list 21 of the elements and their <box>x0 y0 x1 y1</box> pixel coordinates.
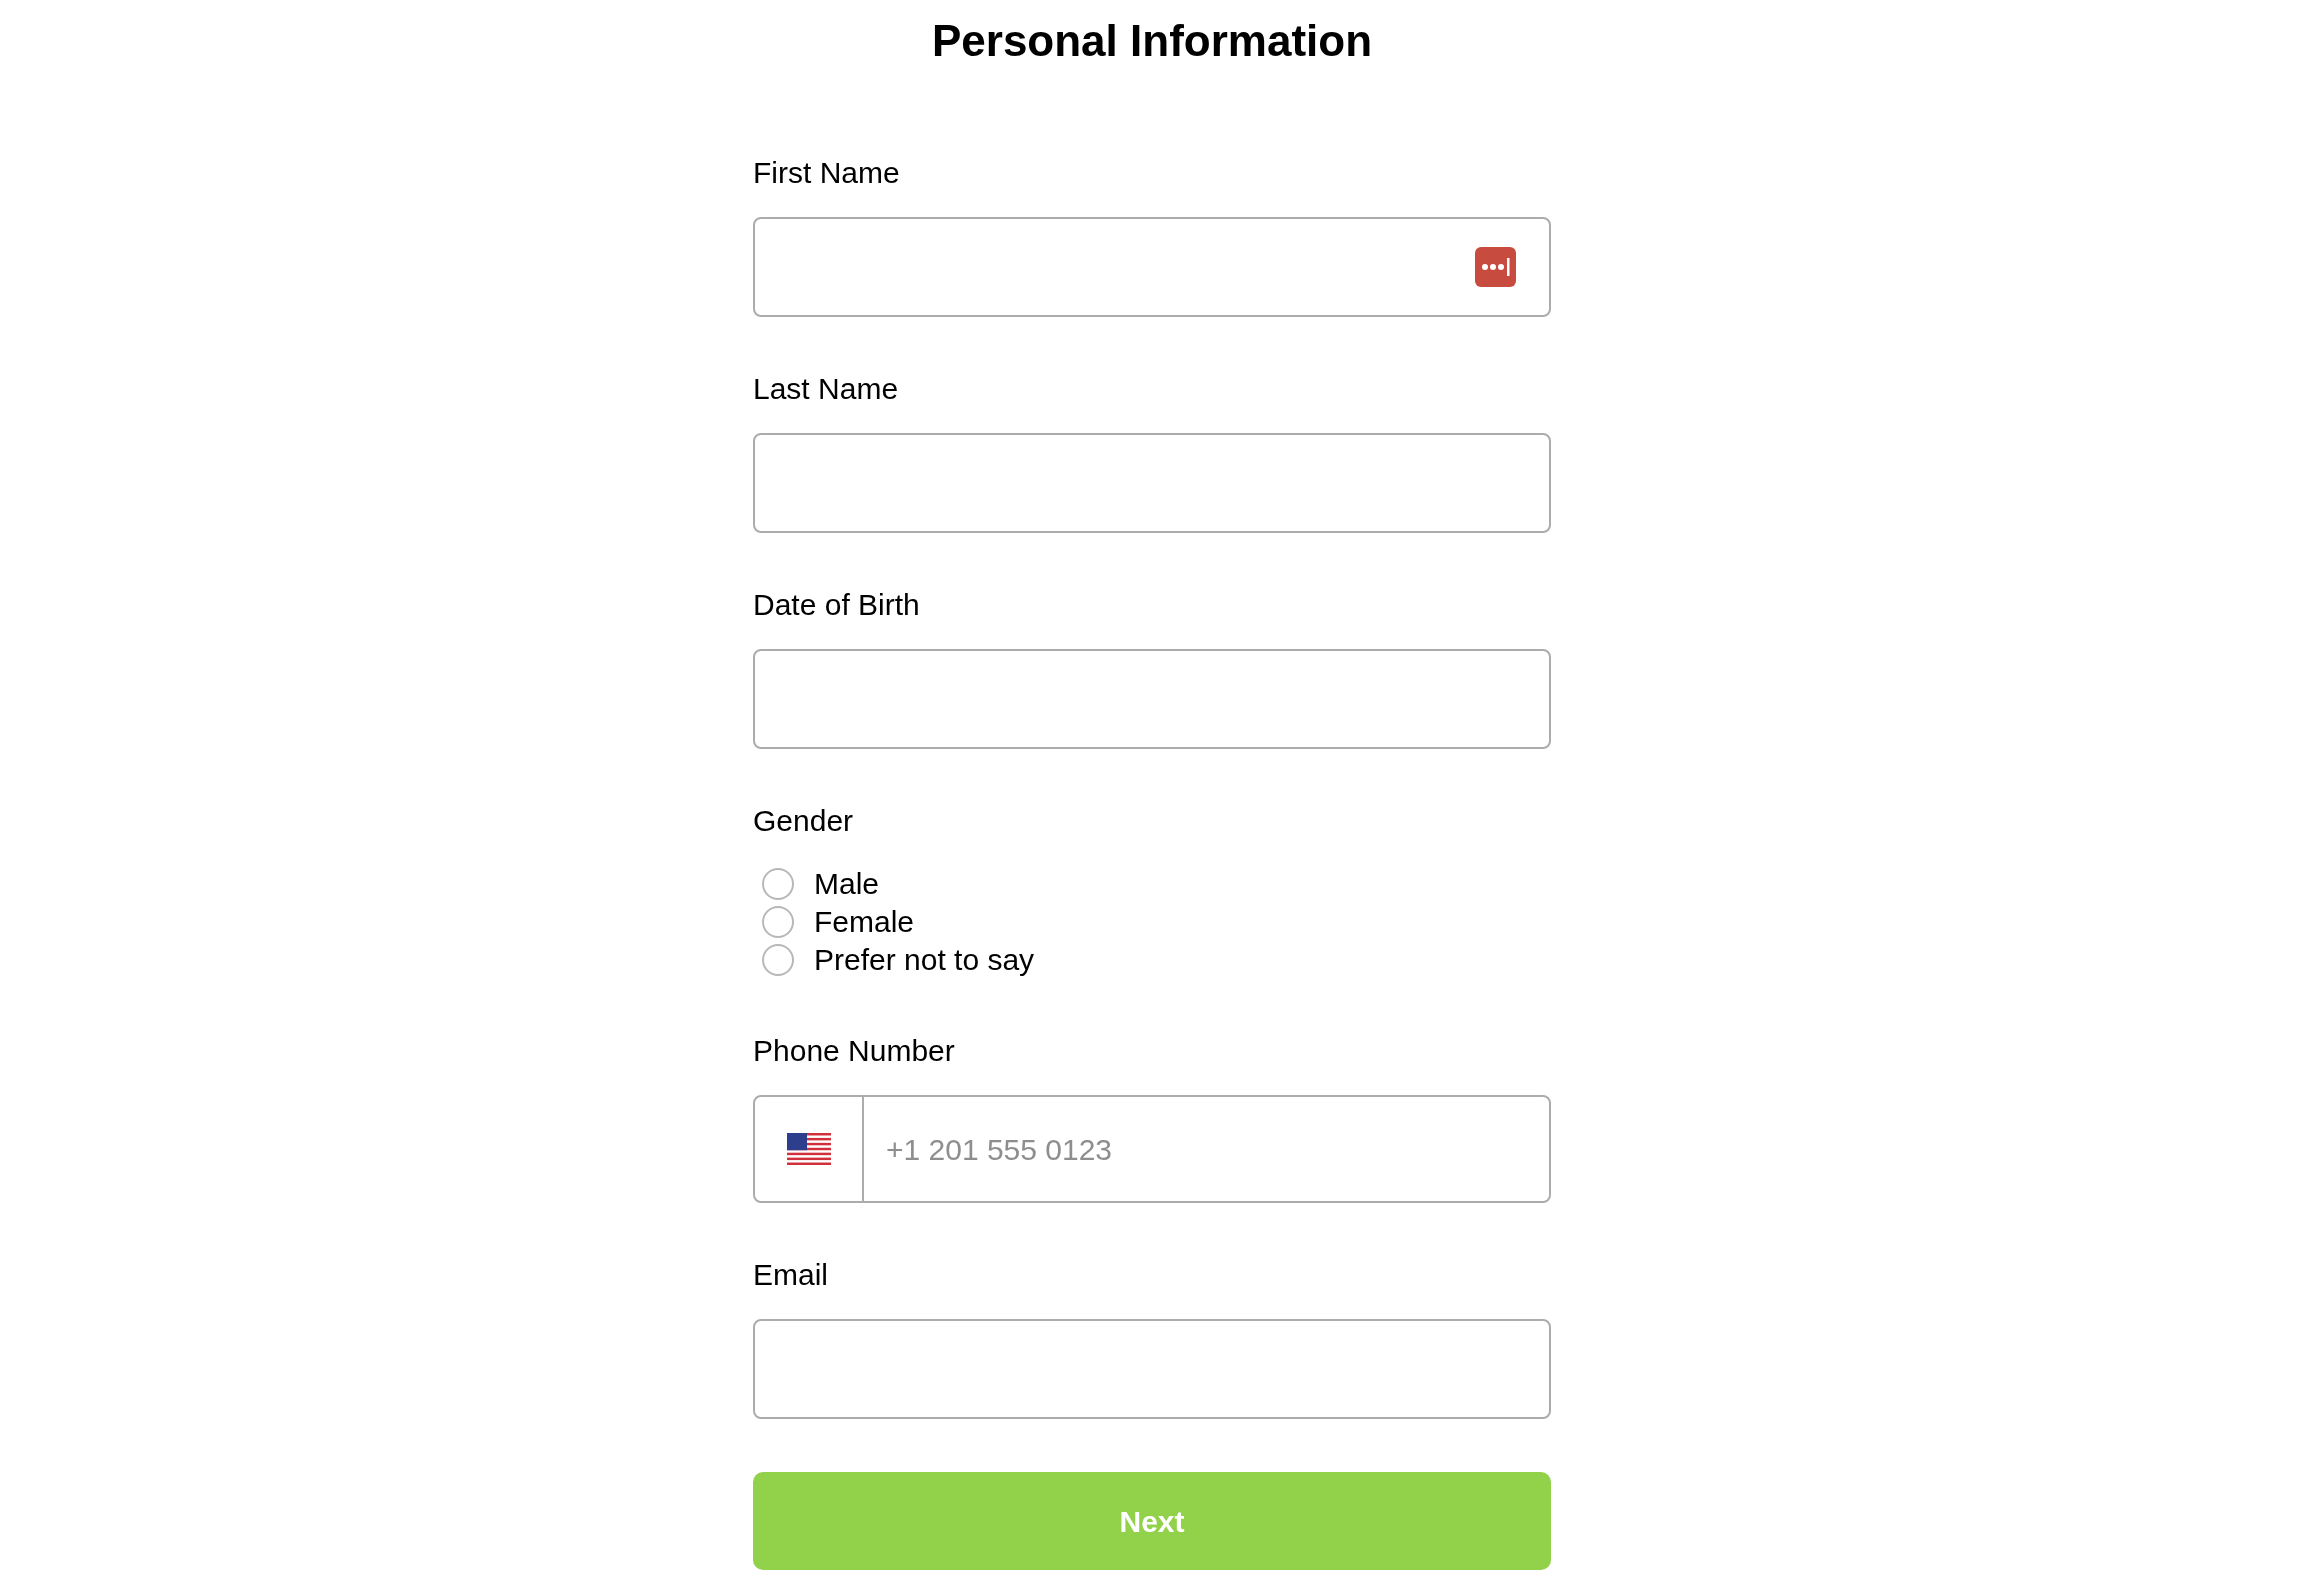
option-label[interactable]: Male <box>814 866 880 902</box>
field-label: Gender <box>753 803 855 839</box>
text-field[interactable] <box>753 649 1551 749</box>
option-label[interactable]: Female <box>814 904 915 940</box>
text-field[interactable] <box>753 433 1551 533</box>
field-label: Date of Birth <box>753 587 921 623</box>
country-selector[interactable] <box>753 1095 864 1203</box>
option-label[interactable]: Prefer not to say <box>814 942 1035 978</box>
field-label: Last Name <box>753 371 900 407</box>
page-title: Personal Information <box>930 15 1374 67</box>
field-label: Phone Number <box>753 1033 956 1069</box>
radio-button[interactable] <box>762 944 794 976</box>
radio-button[interactable] <box>762 906 794 938</box>
password-dots-icon[interactable] <box>1475 247 1516 287</box>
phone-input[interactable]: +1 201 555 0123 <box>864 1095 1551 1203</box>
text-field[interactable] <box>753 217 1551 317</box>
flag-icon <box>786 1133 831 1165</box>
radio-button[interactable] <box>762 868 794 900</box>
field-label: Email <box>753 1257 829 1293</box>
text-field[interactable] <box>753 1319 1551 1419</box>
field-label: First Name <box>753 155 901 191</box>
